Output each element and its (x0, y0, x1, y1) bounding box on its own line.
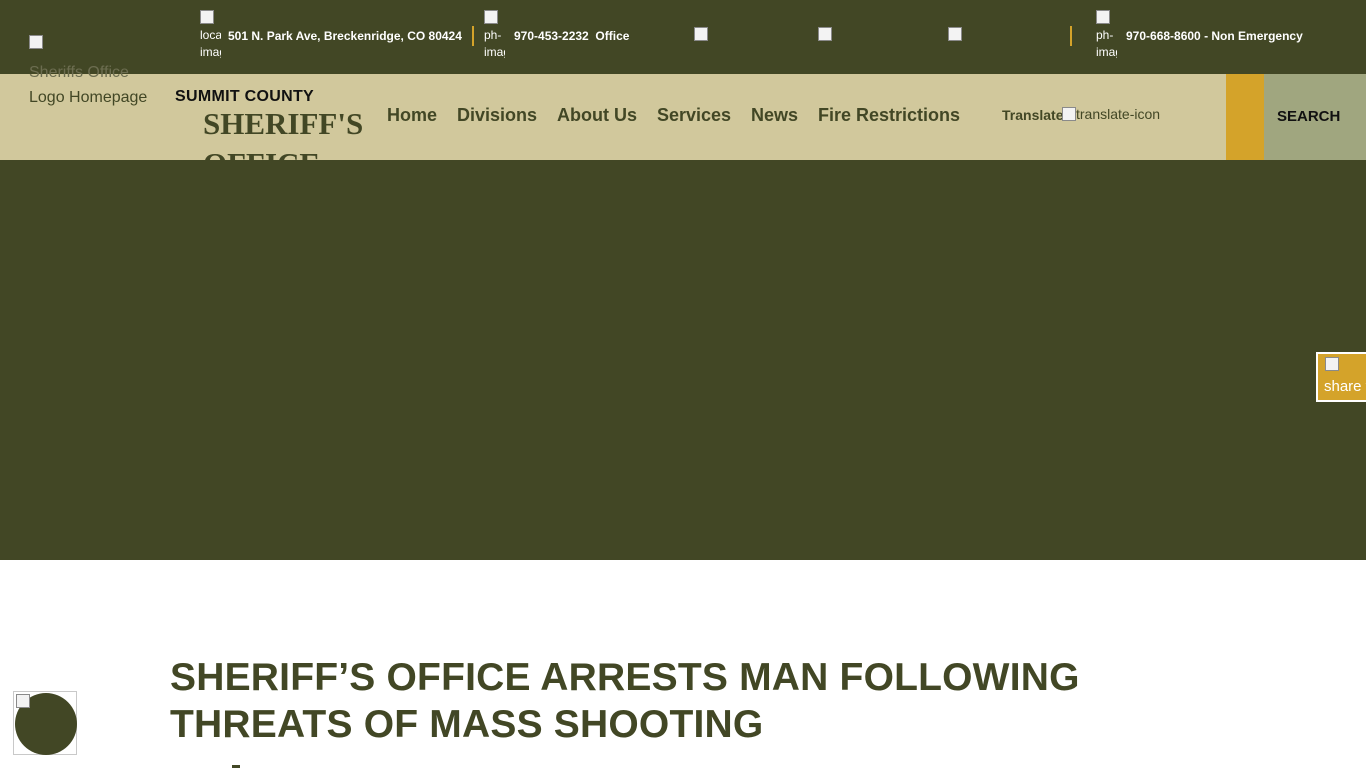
phone-icon: ph-image (1096, 10, 1117, 62)
share-widget-button[interactable]: share widget (1316, 352, 1366, 402)
accessibility-button[interactable] (13, 691, 77, 755)
nav-about-us[interactable]: About Us (557, 105, 637, 126)
divider (472, 26, 474, 46)
search-button[interactable]: SEARCH (1264, 74, 1366, 160)
phone-icon: ph-image (484, 10, 505, 62)
translate-icon-alt: translate-icon (1076, 106, 1161, 122)
address-text[interactable]: 501 N. Park Ave, Breckenridge, CO 80424 (228, 28, 462, 44)
brand-clip: SHERIFF'S OFFICE (195, 100, 395, 160)
office-phone-label: Office (595, 29, 630, 43)
logo-small-icon[interactable] (29, 35, 44, 52)
translate-icon[interactable]: translate-icon (1062, 106, 1160, 122)
divider (1070, 26, 1072, 46)
broken-image-icon (16, 694, 30, 708)
search-accent-block (1226, 74, 1264, 160)
phone-icon-alt: ph-image (484, 28, 505, 59)
share-icon (1325, 357, 1339, 371)
location-icon-alt: location image (200, 28, 221, 59)
logo-alt-line1: Sheriffs Office (29, 64, 129, 81)
headline-line1: SHERIFF’S OFFICE ARRESTS MAN FOLLOWING (170, 656, 1080, 699)
logo-alt-line2: Logo Homepage (29, 89, 148, 106)
twitter-icon[interactable] (818, 27, 833, 44)
nav-services[interactable]: Services (657, 105, 731, 126)
office-phone-number: 970-453-2232 (514, 29, 589, 43)
share-widget-alt: share widget (1324, 378, 1366, 395)
nav-home[interactable]: Home (387, 105, 437, 126)
nav-news[interactable]: News (751, 105, 798, 126)
phone-icon-alt: ph-image (1096, 28, 1117, 59)
translate-button[interactable]: Translate (1002, 107, 1063, 123)
logo-homepage-link[interactable]: Sheriffs Office Logo Homepage (29, 60, 169, 110)
nav-fire-restrictions[interactable]: Fire Restrictions (818, 105, 960, 126)
hero-banner (0, 160, 1366, 560)
subheading-cut-off (232, 760, 392, 768)
headline-line2: THREATS OF MASS SHOOTING (170, 703, 764, 746)
facebook-icon[interactable] (694, 27, 709, 44)
article-headline: SHERIFF’S OFFICE ARRESTS MAN FOLLOWING T… (170, 654, 1170, 748)
instagram-icon[interactable] (948, 27, 963, 44)
office-phone-link[interactable]: 970-453-2232 Office (514, 28, 629, 44)
nonemergency-phone-link[interactable]: 970-668-8600 - Non Emergency (1126, 28, 1303, 44)
location-icon: location image (200, 10, 221, 62)
brand-title: SHERIFF'S OFFICE (203, 106, 364, 160)
nav-divisions[interactable]: Divisions (457, 105, 537, 126)
